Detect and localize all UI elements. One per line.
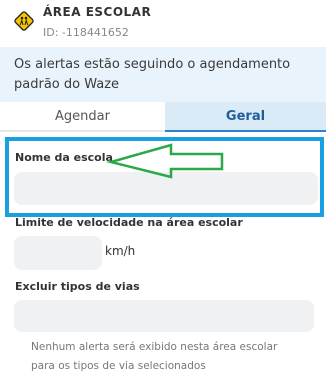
panel-title: ÁREA ESCOLAR <box>43 5 152 19</box>
banner-text: Os alertas estão seguindo o agendamento … <box>14 57 291 92</box>
school-zone-icon <box>14 11 34 31</box>
exclude-road-types-select[interactable] <box>14 300 314 332</box>
exclude-help-text: Nenhum alerta será exibido nesta área es… <box>31 341 278 372</box>
speed-limit-input[interactable] <box>14 236 102 270</box>
school-name-input[interactable] <box>14 172 318 205</box>
segment-id: ID: -118441652 <box>43 26 129 39</box>
speed-limit-label: Limite de velocidade na área escolar <box>15 216 243 229</box>
info-banner: Os alertas estão seguindo o agendamento … <box>0 47 326 102</box>
exclude-road-types-label: Excluir tipos de vias <box>15 280 140 293</box>
speed-unit: km/h <box>105 244 136 258</box>
panel-header: ÁREA ESCOLAR ID: -118441652 <box>0 0 326 47</box>
tab-bar: Agendar Geral <box>0 102 326 132</box>
tab-general[interactable]: Geral <box>165 102 326 132</box>
tab-schedule[interactable]: Agendar <box>0 102 165 132</box>
school-name-label: Nome da escola <box>15 151 113 164</box>
